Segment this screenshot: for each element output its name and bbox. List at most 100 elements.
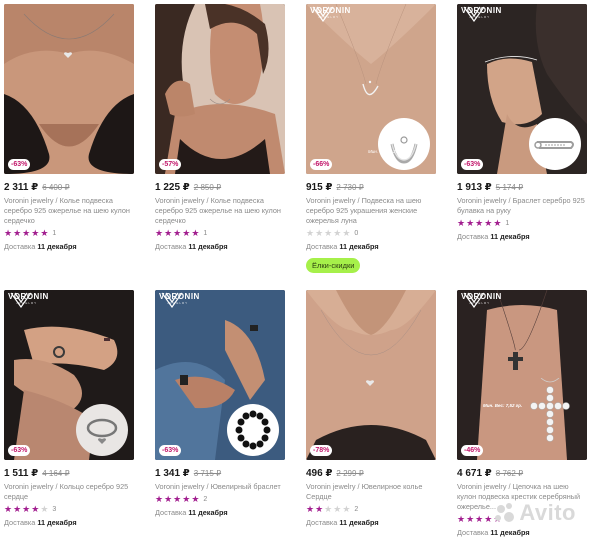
product-title[interactable]: Voronin jewelry / Колье подвеска серебро… <box>155 196 285 226</box>
old-price: 2 730 ₽ <box>336 183 364 192</box>
price: 2 311 ₽ <box>4 182 39 193</box>
star-filled-icon: ★ <box>466 514 475 524</box>
weight-note: Мин. Вес: 7,52 гр. <box>483 403 523 408</box>
avito-logo-icon <box>495 503 515 523</box>
product-card[interactable]: -63% 2 311 ₽ 6 400 ₽ Voronin jewelry / К… <box>4 4 134 251</box>
old-price: 8 762 ₽ <box>495 469 524 478</box>
rating-count: 3 <box>52 506 57 513</box>
rating: ★ ★ ★ ★ ★ 2 <box>155 494 285 505</box>
product-title[interactable]: Voronin jewelry / Колье подвеска серебро… <box>4 196 134 226</box>
product-closeup <box>227 404 279 456</box>
delivery-date: 11 декабря <box>37 518 77 527</box>
delivery-info: Доставка 11 декабря <box>457 528 587 537</box>
price-row: 1 913 ₽ 5 174 ₽ <box>457 182 587 193</box>
star-filled-icon: ★ <box>31 228 40 238</box>
star-empty-icon: ★ <box>306 228 315 238</box>
old-price: 2 299 ₽ <box>336 469 364 478</box>
product-image[interactable]: VORONIN JEWELRY -63% <box>4 290 134 460</box>
discount-badge: -66% <box>310 159 333 170</box>
price: 915 ₽ <box>306 182 333 193</box>
product-card[interactable]: VORONIN JEWELRY -63% 1 511 ₽ 4 164 ₽ Vor… <box>4 290 134 527</box>
discount-badge: -46% <box>461 445 484 456</box>
star-filled-icon: ★ <box>457 514 466 524</box>
star-filled-icon: ★ <box>466 218 475 228</box>
star-filled-icon: ★ <box>40 228 49 238</box>
price-row: 1 341 ₽ 3 715 ₽ <box>155 468 285 479</box>
delivery-info: Доставка 11 декабря <box>306 242 436 251</box>
star-empty-icon: ★ <box>333 504 342 514</box>
price-row: 2 311 ₽ 6 400 ₽ <box>4 182 134 193</box>
rating: ★ ★ ★ ★ ★ 1 <box>4 228 134 239</box>
old-price: 4 164 ₽ <box>42 469 70 478</box>
product-image[interactable]: VORONIN JEWELRY Мин. Вес: 7,52 гр. -46% <box>457 290 587 460</box>
brand-mark-icon <box>463 6 485 22</box>
delivery-date: 11 декабря <box>339 242 379 251</box>
product-title[interactable]: Voronin jewelry / Ювелирное колье Сердце <box>306 482 436 502</box>
brand-sub: JEWELRY <box>469 15 491 19</box>
product-card[interactable]: -78% 496 ₽ 2 299 ₽ Voronin jewelry / Юве… <box>306 290 436 527</box>
star-filled-icon: ★ <box>306 504 315 514</box>
price-row: 1 225 ₽ 2 850 ₽ <box>155 182 285 193</box>
product-image[interactable]: VORONIN JEWELRY Мин. Вес: 1,20 гр. -66% <box>306 4 436 174</box>
delivery-label: Доставка <box>457 232 489 241</box>
rating: ★ ★ ★ ★ ★ 0 <box>306 228 436 239</box>
product-title[interactable]: Voronin jewelry / Ювелирный браслет <box>155 482 285 492</box>
product-card[interactable]: VORONIN JEWELRY Мин. Вес: 1,20 гр. -66% … <box>306 4 436 273</box>
discount-badge: -63% <box>159 445 182 456</box>
star-empty-icon: ★ <box>40 504 49 514</box>
product-title[interactable]: Voronin jewelry / Подвеска на шею серебр… <box>306 196 436 226</box>
brand-sub: JEWELRY <box>167 301 189 305</box>
brand-mark-icon <box>161 292 183 308</box>
brand-mark-icon <box>312 6 334 22</box>
star-empty-icon: ★ <box>315 228 324 238</box>
price: 4 671 ₽ <box>457 468 492 479</box>
star-filled-icon: ★ <box>164 228 173 238</box>
star-filled-icon: ★ <box>457 218 466 228</box>
star-filled-icon: ★ <box>315 504 324 514</box>
delivery-info: Доставка 11 декабря <box>155 242 285 251</box>
star-filled-icon: ★ <box>31 504 40 514</box>
brand-mark-icon <box>10 292 32 308</box>
product-card[interactable]: VORONIN JEWELRY -63% 1 341 ₽ 3 715 ₽ Vor… <box>155 290 285 517</box>
delivery-label: Доставка <box>306 242 338 251</box>
delivery-info: Доставка 11 декабря <box>457 232 587 241</box>
product-image[interactable]: -78% <box>306 290 436 460</box>
product-image[interactable]: -57% <box>155 4 285 174</box>
star-filled-icon: ★ <box>13 504 22 514</box>
product-closeup <box>529 118 581 170</box>
product-title[interactable]: Voronin jewelry / Браслет серебро 925 бу… <box>457 196 587 216</box>
product-image[interactable]: VORONIN JEWELRY -63% <box>457 4 587 174</box>
delivery-label: Доставка <box>155 242 187 251</box>
brand-sub: JEWELRY <box>469 301 491 305</box>
brand-logo: VORONIN JEWELRY <box>461 6 509 22</box>
star-filled-icon: ★ <box>173 494 182 504</box>
price: 1 913 ₽ <box>457 182 492 193</box>
old-price: 6 400 ₽ <box>42 183 70 192</box>
product-image[interactable]: VORONIN JEWELRY -63% <box>155 290 285 460</box>
avito-watermark: Avito <box>495 500 576 526</box>
brand-logo: VORONIN JEWELRY <box>159 292 207 308</box>
star-empty-icon: ★ <box>324 504 333 514</box>
avito-wordmark: Avito <box>519 500 576 525</box>
product-card[interactable]: -57% 1 225 ₽ 2 850 ₽ Voronin jewelry / К… <box>155 4 285 251</box>
brand-sub: JEWELRY <box>318 15 340 19</box>
delivery-date: 11 декабря <box>188 508 228 517</box>
product-title[interactable]: Voronin jewelry / Кольцо серебро 925 сер… <box>4 482 134 502</box>
brand-logo: VORONIN JEWELRY <box>461 292 509 308</box>
delivery-date: 11 декабря <box>490 232 530 241</box>
promo-badge[interactable]: Ёлки-скидки <box>306 258 361 273</box>
star-filled-icon: ★ <box>4 504 13 514</box>
product-image[interactable]: -63% <box>4 4 134 174</box>
old-price: 5 174 ₽ <box>495 183 524 192</box>
discount-badge: -78% <box>310 445 333 456</box>
star-filled-icon: ★ <box>182 494 191 504</box>
rating: ★ ★ ★ ★ ★ 1 <box>155 228 285 239</box>
star-filled-icon: ★ <box>22 228 31 238</box>
price: 1 341 ₽ <box>155 468 190 479</box>
star-filled-icon: ★ <box>4 228 13 238</box>
weight-note: Мин. Вес: 1,20 гр. <box>368 149 406 154</box>
star-filled-icon: ★ <box>22 504 31 514</box>
discount-badge: -63% <box>8 445 31 456</box>
product-closeup <box>76 404 128 456</box>
product-card[interactable]: VORONIN JEWELRY -63% 1 913 ₽ 5 174 ₽ Vor… <box>457 4 587 241</box>
